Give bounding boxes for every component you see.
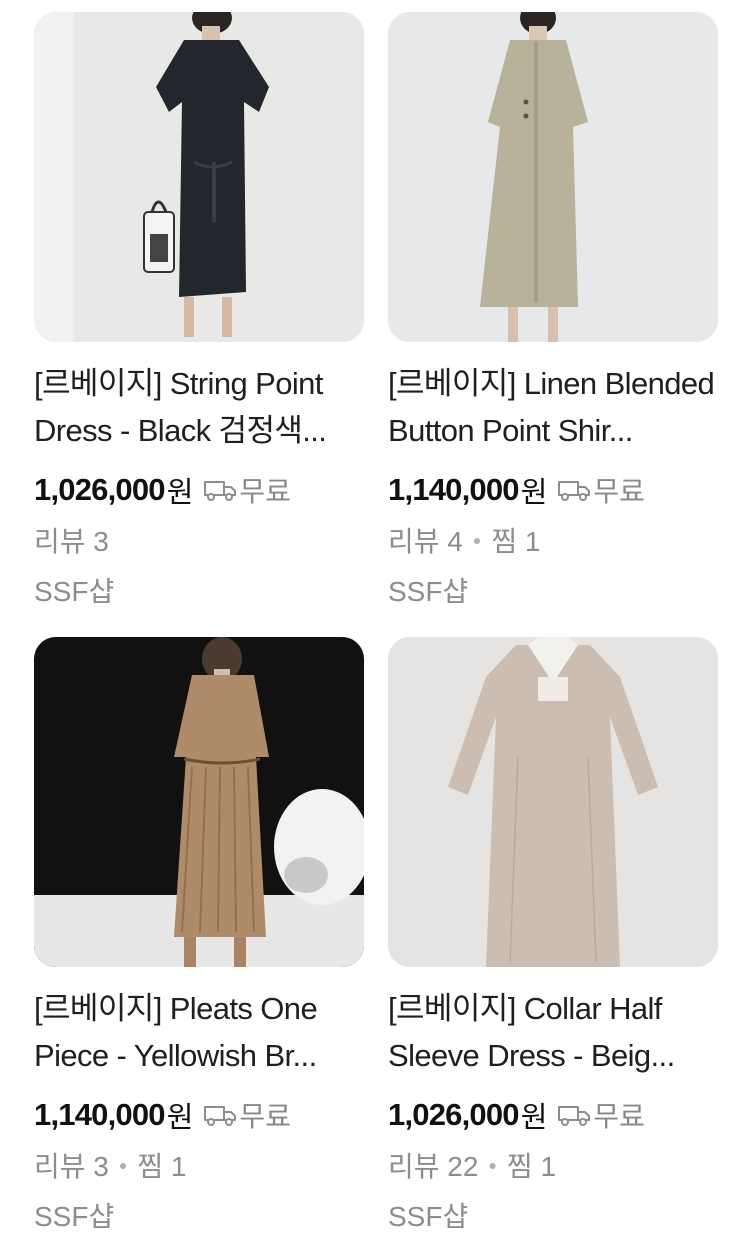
separator-dot: ● [488, 1157, 497, 1173]
review-count: 리뷰 3 [34, 1151, 109, 1182]
store-name: SSF샵 [388, 576, 469, 607]
product-price: 1,026,000 [34, 472, 166, 507]
product-meta: 리뷰 4 ● 찜 1 [388, 520, 540, 560]
product-meta: 리뷰 22 ● 찜 1 [388, 1145, 556, 1185]
currency-label: 원 [520, 477, 548, 509]
product-meta: 리뷰 3 [34, 520, 109, 560]
product-title[interactable]: [르베이지] Pleats One Piece - Yellowish Br..… [34, 985, 364, 1079]
truck-icon [203, 1104, 237, 1126]
product-grid: [르베이지] String Point Dress - Black 검정색...… [0, 0, 750, 1237]
store-name: SSF샵 [388, 1201, 469, 1232]
review-count: 리뷰 4 [388, 526, 463, 557]
review-count: 리뷰 22 [388, 1151, 479, 1182]
truck-icon [557, 1104, 591, 1126]
product-title[interactable]: [르베이지] Collar Half Sleeve Dress - Beig..… [388, 985, 718, 1079]
price-row: 1,140,000 원 무료 [388, 470, 645, 510]
product-price: 1,026,000 [388, 1097, 520, 1132]
product-image[interactable] [388, 12, 718, 342]
product-meta: 리뷰 3 ● 찜 1 [34, 1145, 186, 1185]
product-image[interactable] [34, 637, 364, 967]
store-name: SSF샵 [34, 576, 115, 607]
shipping-label: 무료 [239, 1101, 291, 1132]
separator-dot: ● [472, 532, 482, 548]
product-image[interactable] [34, 12, 364, 342]
product-price: 1,140,000 [388, 472, 520, 507]
price-row: 1,026,000 원 무료 [388, 1095, 645, 1135]
currency-label: 원 [520, 1102, 548, 1134]
like-count: 찜 1 [506, 1151, 557, 1182]
like-count: 찜 1 [491, 526, 541, 557]
product-title[interactable]: [르베이지] Linen Blended Button Point Shir..… [388, 360, 718, 454]
review-count: 리뷰 3 [34, 526, 109, 557]
product-image[interactable] [388, 637, 718, 967]
separator-dot: ● [118, 1157, 128, 1173]
shipping-label: 무료 [593, 1101, 645, 1132]
shipping-label: 무료 [593, 476, 645, 507]
price-row: 1,140,000 원 무료 [34, 1095, 291, 1135]
product-price: 1,140,000 [34, 1097, 166, 1132]
product-title[interactable]: [르베이지] String Point Dress - Black 검정색... [34, 360, 364, 454]
currency-label: 원 [166, 1102, 194, 1134]
price-row: 1,026,000 원 무료 [34, 470, 291, 510]
shipping-label: 무료 [239, 476, 291, 507]
store-name: SSF샵 [34, 1201, 115, 1232]
like-count: 찜 1 [137, 1151, 187, 1182]
truck-icon [557, 479, 591, 501]
currency-label: 원 [166, 477, 194, 509]
truck-icon [203, 479, 237, 501]
